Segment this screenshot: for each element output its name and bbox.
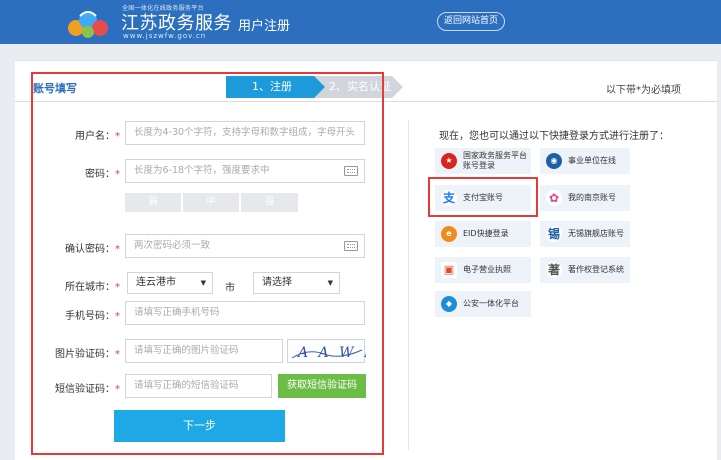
city-select[interactable]: 连云港市 ▼ [127, 272, 213, 294]
back-to-home-link[interactable]: 返回网站首页 [437, 12, 505, 31]
phone-input[interactable]: 请填写正确手机号码 [125, 301, 365, 325]
logo-url: www.jszwfw.gov.cn [123, 32, 207, 40]
strength-strong: 强 [241, 193, 298, 212]
confirm-label: 确认密码：* [65, 244, 120, 255]
keyboard-icon[interactable] [344, 241, 358, 251]
business-license-icon: ▣ [441, 262, 457, 278]
sms-code-input[interactable]: 请填写正确的短信验证码 [125, 374, 272, 398]
quick-login-title: 现在，您也可以通过以下快捷登录方式进行注册了： [439, 131, 669, 142]
sms-code-label: 短信验证码：* [55, 384, 120, 395]
wuxi-icon: 锡 [546, 226, 562, 242]
step-register-arrow [314, 76, 325, 98]
logo-icon [68, 11, 108, 38]
quick-login-copyright[interactable]: 著 著作权登记系统 [540, 257, 630, 283]
image-code-label: 图片验证码：* [55, 349, 120, 360]
username-input[interactable]: 长度为4-30个字符，支持字母和数字组成，字母开头 [125, 121, 365, 145]
step-realname-arrow [392, 76, 403, 98]
captcha-text: A A W L [296, 345, 366, 361]
district-select[interactable]: 请选择 ▼ [253, 272, 340, 294]
district-value: 请选择 [262, 277, 292, 288]
quick-login-alipay[interactable]: 支 支付宝账号 [435, 185, 531, 211]
next-step-button[interactable]: 下一步 [114, 410, 285, 442]
image-code-input[interactable]: 请填写正确的图片验证码 [125, 339, 283, 363]
page-title: 用户注册 [238, 19, 291, 34]
quick-login-eid[interactable]: e EID快捷登录 [435, 221, 531, 247]
quick-login-label: 公安一体化平台 [463, 299, 519, 308]
national-emblem-icon: ★ [441, 153, 457, 169]
quick-login-business-license[interactable]: ▣ 电子营业执照 [435, 257, 531, 283]
confirm-placeholder: 两次密码必须一致 [134, 240, 211, 251]
phone-label: 手机号码：* [65, 311, 120, 322]
quick-login-label: EID快捷登录 [463, 229, 509, 238]
top-header: 全国一体化在线政务服务平台 江苏政务服务 www.jszwfw.gov.cn 用… [0, 0, 721, 44]
required-note: 以下带*为必填项 [606, 85, 681, 96]
username-label: 用户名：* [75, 131, 120, 142]
quick-login-label: 国家政务服务平台 账号登录 [463, 151, 527, 170]
quick-login-label: 我的南京账号 [568, 193, 616, 202]
confirm-password-input[interactable]: 两次密码必须一致 [125, 234, 365, 258]
alipay-icon: 支 [441, 190, 457, 206]
police-shield-icon: ◆ [441, 296, 457, 312]
institution-globe-icon: ◉ [546, 153, 562, 169]
captcha-drawing: A A W L [291, 345, 373, 361]
quick-login-national-platform[interactable]: ★ 国家政务服务平台 账号登录 [435, 148, 531, 174]
get-sms-code-button[interactable]: 获取短信验证码 [278, 374, 366, 398]
keyboard-icon[interactable] [344, 166, 358, 176]
password-label: 密码：* [85, 169, 120, 180]
quick-login-institution[interactable]: ◉ 事业单位在线 [540, 148, 630, 174]
caret-down-icon: ▼ [327, 279, 333, 287]
quick-login-police[interactable]: ◆ 公安一体化平台 [435, 291, 531, 317]
quick-login-label: 支付宝账号 [463, 193, 503, 202]
quick-login-nanjing[interactable]: ✿ 我的南京账号 [540, 185, 630, 211]
nanjing-flower-icon: ✿ [546, 190, 562, 206]
caret-down-icon: ▼ [200, 279, 206, 287]
password-input[interactable]: 长度为6-18个字符，强度要求中 [125, 159, 365, 183]
column-divider [408, 120, 409, 450]
quick-login-label: 著作权登记系统 [568, 265, 624, 274]
city-unit: 市 [225, 283, 235, 294]
quick-login-wuxi[interactable]: 锡 无锡旗舰店账号 [540, 221, 630, 247]
quick-login-label: 无锡旗舰店账号 [568, 229, 624, 238]
strength-medium: 中 [183, 193, 239, 212]
quick-login-label: 事业单位在线 [568, 156, 616, 165]
city-label: 所在城市：* [65, 282, 120, 293]
quick-login-label: 电子营业执照 [463, 265, 511, 274]
captcha-image[interactable]: A A W L [287, 339, 373, 363]
copyright-icon: 著 [546, 262, 562, 278]
city-value: 连云港市 [136, 277, 176, 288]
eid-icon: e [441, 226, 457, 242]
strength-weak: 弱 [125, 193, 181, 212]
password-placeholder: 长度为6-18个字符，强度要求中 [134, 165, 270, 176]
